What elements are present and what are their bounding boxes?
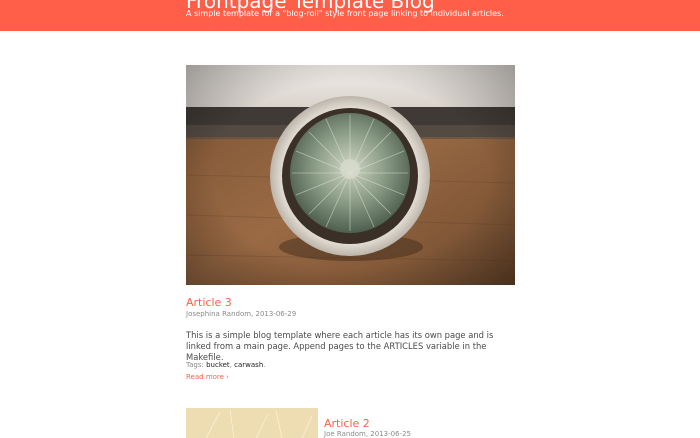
cactus-close-up-photo [186, 408, 318, 438]
read-more-link[interactable]: Read more › [186, 373, 229, 381]
article-excerpt: This is a simple blog template where eac… [186, 330, 494, 362]
article-title-link[interactable]: Article 3 [186, 296, 232, 309]
site-subtitle: A simple template for a "blog-roll" styl… [186, 9, 504, 18]
site-header: Frontpage Template Blog A simple templat… [0, 0, 700, 31]
article-featured-image[interactable] [186, 65, 515, 285]
tag-link[interactable]: carwash [234, 361, 263, 369]
tag-end: . [263, 361, 266, 369]
article-meta: Josephina Random, 2013-06-29 [186, 310, 297, 318]
cactus-photo [186, 65, 515, 285]
tags-label: Tags: [186, 361, 204, 369]
tag-link[interactable]: bucket [206, 361, 230, 369]
article-meta: Joe Random, 2013-06-25 [324, 430, 411, 438]
article-title-link[interactable]: Article 2 [324, 417, 370, 430]
article-tags: Tags: bucket, carwash. [186, 361, 266, 369]
article-thumbnail[interactable] [186, 408, 318, 438]
